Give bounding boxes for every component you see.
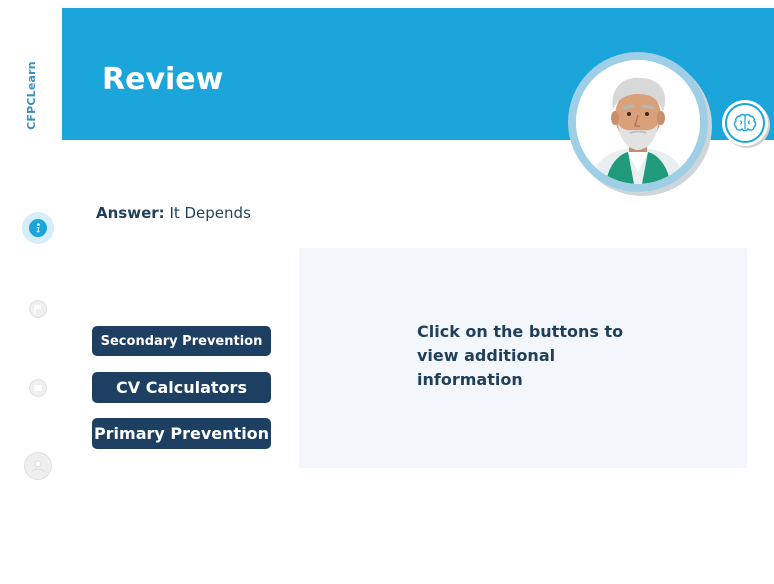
panel-instruction: Click on the buttons to view additional … bbox=[417, 322, 624, 389]
sidebar-profile-button[interactable] bbox=[22, 450, 54, 482]
answer-text: Answer: It Depends bbox=[96, 204, 251, 222]
page-title: Review bbox=[102, 62, 224, 97]
secondary-prevention-button[interactable]: Secondary Prevention bbox=[92, 326, 271, 356]
notes-icon bbox=[34, 385, 42, 391]
flag-icon bbox=[34, 305, 41, 314]
answer-label: Answer: bbox=[96, 204, 165, 222]
brain-icon bbox=[733, 113, 757, 132]
sidebar-notes-button[interactable] bbox=[22, 372, 54, 404]
brand-logo: CFPCLearn bbox=[9, 50, 53, 140]
info-panel: Click on the buttons to view additional … bbox=[299, 248, 747, 468]
primary-prevention-button[interactable]: Primary Prevention bbox=[92, 418, 271, 449]
answer-value: It Depends bbox=[169, 204, 251, 222]
doctor-portrait-icon bbox=[576, 60, 700, 184]
character-avatar bbox=[568, 52, 708, 192]
info-icon bbox=[36, 223, 40, 233]
sidebar: CFPCLearn bbox=[0, 0, 62, 584]
sidebar-flag-button[interactable] bbox=[22, 293, 54, 325]
secondary-prevention-label: Secondary Prevention bbox=[100, 333, 263, 349]
cv-calculators-label: CV Calculators bbox=[116, 378, 247, 397]
brain-button[interactable] bbox=[722, 100, 768, 146]
brand-name: CFPCLearn bbox=[24, 60, 38, 130]
sidebar-info-button[interactable] bbox=[22, 212, 54, 244]
primary-prevention-label: Primary Prevention bbox=[93, 424, 270, 443]
cv-calculators-button[interactable]: CV Calculators bbox=[92, 372, 271, 403]
profile-icon bbox=[31, 460, 45, 473]
